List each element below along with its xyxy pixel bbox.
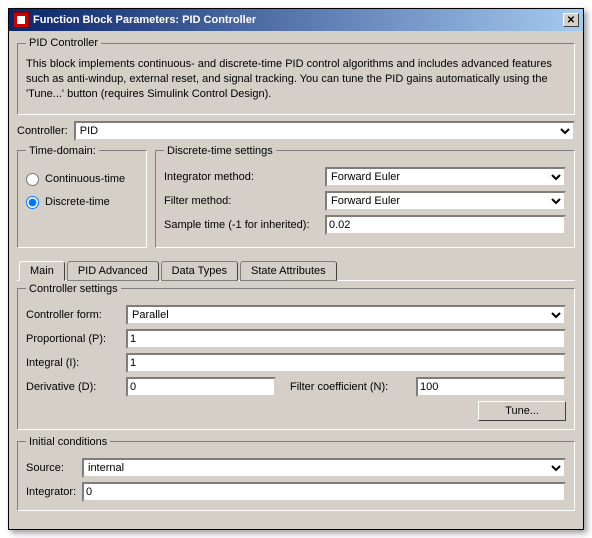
app-icon (13, 12, 29, 28)
pid-controller-legend: PID Controller (26, 37, 101, 49)
filter-method-select[interactable]: Forward Euler (325, 191, 566, 211)
sample-time-label: Sample time (-1 for inherited): (164, 219, 319, 231)
torn-edge (9, 517, 583, 529)
controller-settings-legend: Controller settings (26, 283, 121, 295)
tab-bar: Main PID Advanced Data Types State Attri… (19, 261, 575, 281)
close-button[interactable]: ✕ (563, 13, 579, 27)
dialog-window: Function Block Parameters: PID Controlle… (8, 8, 584, 530)
derivative-label: Derivative (D): (26, 381, 120, 393)
filter-coefficient-input[interactable] (416, 377, 566, 397)
controller-form-label: Controller form: (26, 309, 120, 321)
integrator-init-label: Integrator: (26, 486, 76, 498)
controller-label: Controller: (17, 125, 68, 137)
integrator-method-label: Integrator method: (164, 171, 319, 183)
controller-select[interactable]: PID (74, 121, 575, 141)
discrete-settings-legend: Discrete-time settings (164, 145, 276, 157)
integrator-init-input[interactable] (82, 482, 566, 502)
initial-conditions-legend: Initial conditions (26, 436, 110, 448)
integrator-method-select[interactable]: Forward Euler (325, 167, 566, 187)
tune-button[interactable]: Tune... (478, 401, 566, 421)
integral-input[interactable] (126, 353, 566, 373)
proportional-label: Proportional (P): (26, 333, 120, 345)
tab-data-types[interactable]: Data Types (161, 261, 238, 281)
source-label: Source: (26, 462, 76, 474)
pid-controller-group: PID Controller This block implements con… (17, 37, 575, 115)
discrete-time-label: Discrete-time (45, 196, 110, 208)
proportional-input[interactable] (126, 329, 566, 349)
discrete-time-radio[interactable] (26, 196, 39, 209)
filter-method-label: Filter method: (164, 195, 319, 207)
pid-description: This block implements continuous- and di… (26, 57, 566, 102)
controller-settings-group: Controller settings Controller form: Par… (17, 283, 575, 430)
source-select[interactable]: internal (82, 458, 566, 478)
integral-label: Integral (I): (26, 357, 120, 369)
continuous-time-label: Continuous-time (45, 173, 125, 185)
initial-conditions-group: Initial conditions Source: internal Inte… (17, 436, 575, 511)
time-domain-legend: Time-domain: (26, 145, 99, 157)
time-domain-group: Time-domain: Continuous-time Discrete-ti… (17, 145, 147, 248)
continuous-time-radio[interactable] (26, 173, 39, 186)
tab-pid-advanced[interactable]: PID Advanced (67, 261, 159, 281)
filter-coefficient-label: Filter coefficient (N): (290, 381, 410, 393)
sample-time-input[interactable] (325, 215, 566, 235)
controller-form-select[interactable]: Parallel (126, 305, 566, 325)
titlebar: Function Block Parameters: PID Controlle… (9, 9, 583, 31)
window-title: Function Block Parameters: PID Controlle… (33, 14, 256, 26)
tab-main[interactable]: Main (19, 261, 65, 281)
tab-state-attributes[interactable]: State Attributes (240, 261, 337, 281)
discrete-settings-group: Discrete-time settings Integrator method… (155, 145, 575, 248)
derivative-input[interactable] (126, 377, 276, 397)
